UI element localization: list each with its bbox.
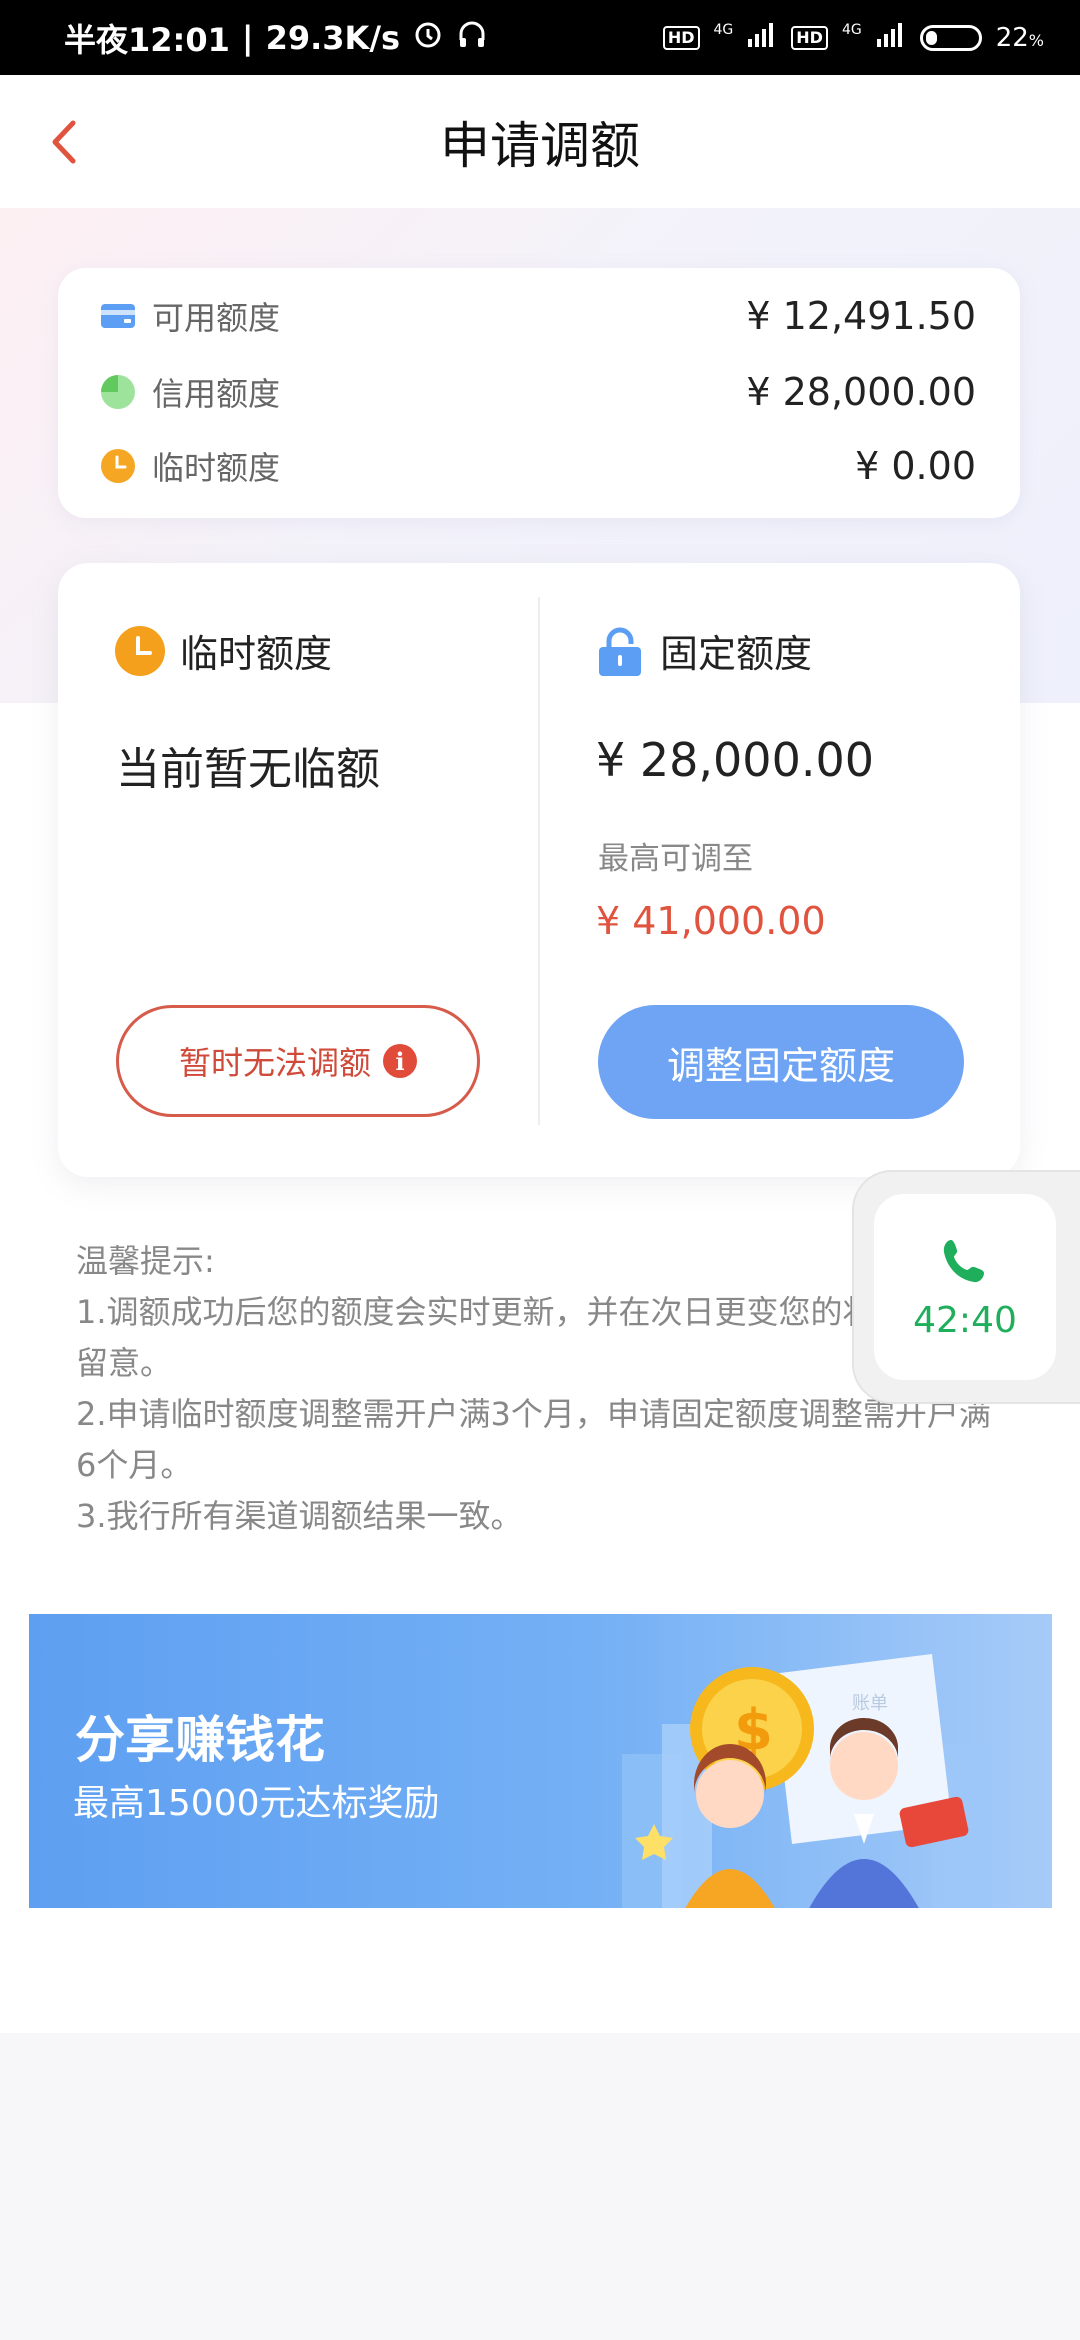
status-left: 半夜12:01 | 29.3K/s	[64, 15, 488, 61]
signal-icon	[747, 21, 777, 54]
max-adjust-label: 最高可调至	[598, 841, 753, 877]
summary-row-temporary: 临时额度 ¥ 0.00	[100, 436, 976, 496]
summary-value: ¥ 28,000.00	[746, 370, 976, 414]
limit-summary-card: 可用额度 ¥ 12,491.50 信用额度 ¥ 28,000.00 临时额度 ¥…	[58, 268, 1020, 518]
status-time: 半夜12:01	[64, 20, 230, 59]
call-timer: 42:40	[913, 1299, 1017, 1341]
call-widget-inner[interactable]: 42:40	[874, 1194, 1056, 1380]
alarm-icon	[412, 18, 444, 58]
status-right: HD 4G HD 4G 22%	[662, 21, 1044, 54]
fixed-limit-amount: ¥ 28,000.00	[596, 733, 874, 787]
temp-limit-status: 当前暂无临额	[116, 744, 380, 795]
info-icon[interactable]: i	[383, 1044, 417, 1078]
banner-illustration: 账单 $	[622, 1654, 992, 1908]
battery-level: 22%	[995, 22, 1044, 53]
hd-badge: HD	[791, 25, 828, 50]
card-icon	[100, 298, 136, 334]
summary-value: ¥ 0.00	[855, 444, 976, 488]
floating-call-widget[interactable]: 42:40	[852, 1170, 1080, 1404]
status-separator: |	[241, 18, 254, 57]
lock-icon	[594, 625, 646, 677]
summary-row-available: 可用额度 ¥ 12,491.50	[100, 286, 976, 346]
network-type: 4G	[841, 21, 862, 38]
summary-value: ¥ 12,491.50	[746, 294, 976, 338]
temp-limit-title: 临时额度	[114, 623, 332, 678]
summary-label: 信用额度	[152, 375, 281, 413]
fixed-limit-title: 固定额度	[594, 623, 812, 678]
phone-icon	[943, 1239, 984, 1282]
promo-banner[interactable]: 分享赚钱花 最高15000元达标奖励 账单 $	[29, 1614, 1052, 1908]
status-bar: 半夜12:01 | 29.3K/s HD 4G HD 4G 22%	[0, 0, 1080, 75]
status-speed: 29.3K/s	[265, 18, 401, 57]
adjust-fixed-limit-button[interactable]: 调整固定额度	[598, 1005, 964, 1119]
temp-limit-button-label: 暂时无法调额	[178, 1044, 371, 1082]
battery-icon	[919, 24, 982, 51]
hd-badge: HD	[662, 25, 700, 50]
clock-icon	[114, 625, 166, 677]
banner-title: 分享赚钱花	[75, 1711, 325, 1769]
limit-adjust-card: 临时额度 当前暂无临额 暂时无法调额 i 固定额度 ¥ 28,000.00 最高…	[58, 563, 1020, 1177]
page-title: 申请调额	[440, 116, 640, 175]
summary-label: 临时额度	[152, 449, 281, 487]
network-type: 4G	[713, 21, 734, 38]
summary-row-credit: 信用额度 ¥ 28,000.00	[100, 362, 976, 422]
nav-header: 申请调额	[0, 75, 1080, 208]
pie-chart-icon	[100, 374, 136, 410]
signal-icon	[876, 21, 906, 54]
back-button[interactable]	[30, 107, 100, 177]
summary-label: 可用额度	[152, 299, 281, 337]
headset-icon	[456, 18, 488, 58]
column-divider	[538, 597, 540, 1125]
max-adjust-amount: ¥ 41,000.00	[596, 899, 826, 943]
fixed-limit-title-text: 固定额度	[660, 632, 813, 676]
tip-line: 3.我行所有渠道调额结果一致。	[76, 1497, 523, 1535]
banner-paper-text: 账单	[852, 1693, 888, 1714]
temp-limit-unavailable-button[interactable]: 暂时无法调额 i	[116, 1005, 480, 1117]
banner-subtitle: 最高15000元达标奖励	[73, 1783, 440, 1824]
tip-line: 2.申请临时额度调整需开户满3个月，申请固定额度调整需开户满6个月。	[76, 1395, 991, 1484]
clock-icon	[100, 448, 136, 484]
temp-limit-title-text: 临时额度	[180, 632, 333, 676]
chevron-left-icon	[52, 120, 76, 164]
